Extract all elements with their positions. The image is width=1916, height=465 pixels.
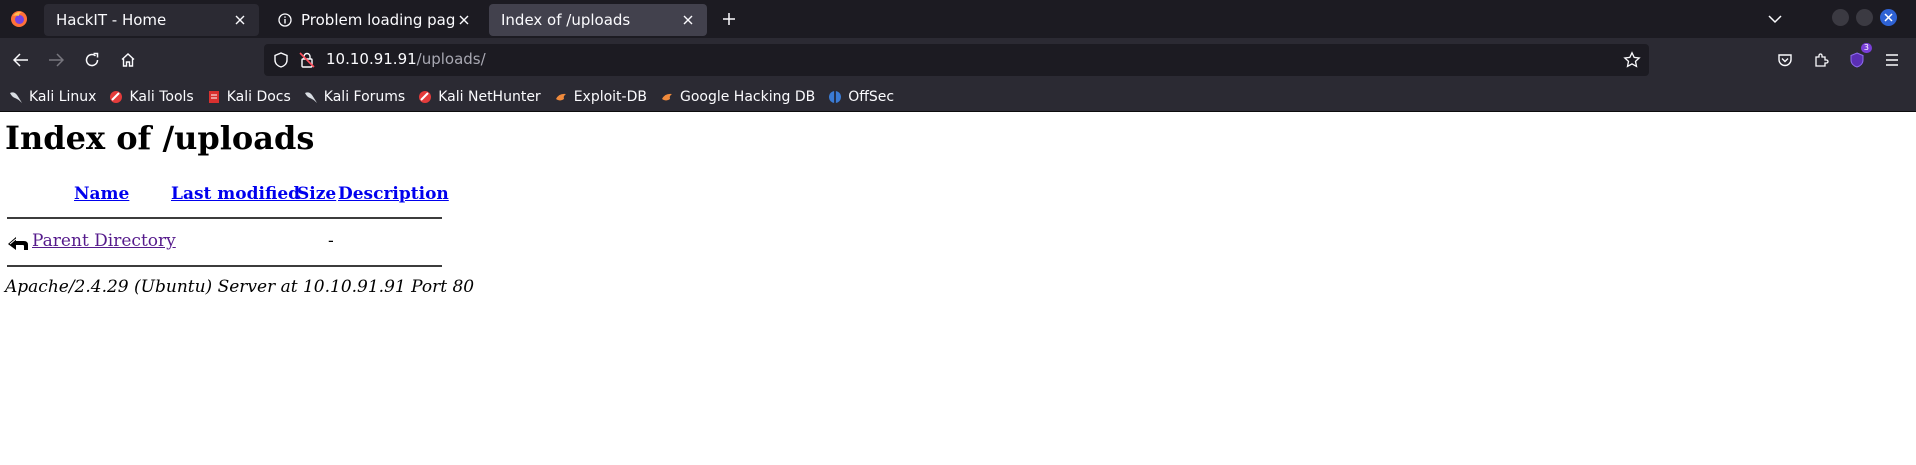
maximize-button[interactable] — [1856, 9, 1873, 26]
tab-title: Problem loading page — [301, 11, 455, 29]
bookmark-exploit-db[interactable]: Exploit-DB — [553, 89, 647, 105]
bookmark-kali-docs[interactable]: Kali Docs — [206, 89, 291, 105]
close-icon[interactable] — [455, 11, 473, 29]
bookmark-label: Kali Tools — [129, 88, 194, 105]
back-arrow-icon — [7, 233, 29, 253]
info-icon — [277, 12, 293, 28]
size-cell: - — [328, 231, 334, 251]
kali-tools-icon — [417, 89, 433, 105]
tab-title: HackIT - Home — [56, 11, 167, 29]
bookmark-label: Google Hacking DB — [679, 88, 816, 105]
bookmark-label: Kali Forums — [323, 88, 406, 105]
pocket-icon[interactable] — [1771, 46, 1799, 74]
bookmark-offsec[interactable]: OffSec — [827, 89, 894, 105]
url-bar[interactable]: 10.10.91.91/uploads/ — [264, 44, 1649, 76]
bookmark-kali-tools[interactable]: Kali Tools — [108, 88, 194, 105]
url-host: 10.10.91.91 — [326, 50, 417, 68]
bookmark-label: Kali Docs — [226, 88, 291, 105]
bookmark-kali-nethunter[interactable]: Kali NetHunter — [417, 88, 541, 105]
close-icon[interactable] — [679, 11, 697, 29]
tab-title: Index of /uploads — [501, 11, 631, 29]
exploit-db-icon — [553, 89, 569, 105]
divider — [7, 265, 442, 267]
kali-dragon-icon — [8, 89, 24, 105]
tab-hackit-home[interactable]: HackIT - Home — [44, 4, 259, 36]
window-controls — [1832, 9, 1897, 26]
server-signature: Apache/2.4.29 (Ubuntu) Server at 10.10.9… — [5, 277, 475, 297]
kali-dragon-icon — [303, 89, 319, 105]
bookmarks-toolbar: Kali Linux Kali Tools Kali Docs Kali For… — [0, 82, 1916, 112]
back-button[interactable] — [7, 46, 35, 74]
nav-toolbar: 10.10.91.91/uploads/ 3 — [0, 38, 1916, 82]
extension-shield-icon[interactable]: 3 — [1843, 43, 1872, 74]
offsec-icon — [827, 89, 843, 105]
url-path: /uploads/ — [416, 50, 486, 68]
close-icon[interactable] — [231, 11, 249, 29]
new-tab-button[interactable] — [713, 3, 745, 35]
bookmark-google-hacking-db[interactable]: Google Hacking DB — [659, 89, 815, 105]
minimize-button[interactable] — [1832, 9, 1849, 26]
kali-docs-icon — [206, 89, 222, 105]
extensions-puzzle-icon[interactable] — [1807, 46, 1835, 74]
bookmark-label: Exploit-DB — [573, 88, 647, 105]
bookmark-kali-linux[interactable]: Kali Linux — [8, 89, 96, 105]
tab-problem-loading[interactable]: Problem loading page — [265, 4, 483, 36]
window-close-button[interactable] — [1880, 9, 1897, 26]
kali-tools-icon — [108, 89, 124, 105]
home-button[interactable] — [114, 46, 142, 74]
sort-by-description-link[interactable]: Description — [338, 184, 449, 204]
parent-directory-link[interactable]: Parent Directory — [32, 231, 176, 251]
tab-strip: HackIT - Home Problem loading page Index… — [0, 0, 1916, 38]
bookmark-label: OffSec — [848, 88, 895, 105]
divider — [7, 217, 442, 219]
bookmark-label: Kali Linux — [29, 88, 97, 105]
exploit-db-icon — [659, 89, 675, 105]
menu-hamburger-icon[interactable] — [1878, 46, 1906, 74]
page-content: Index of /uploads Name Last modified Siz… — [0, 113, 1916, 465]
forward-button[interactable] — [42, 46, 70, 74]
shield-icon[interactable] — [272, 51, 290, 69]
page-title: Index of /uploads — [5, 119, 315, 157]
sort-by-last-modified-link[interactable]: Last modified — [171, 184, 300, 204]
bookmark-star-icon[interactable] — [1623, 51, 1641, 69]
sort-by-name-link[interactable]: Name — [74, 184, 129, 204]
bookmark-label: Kali NetHunter — [438, 88, 541, 105]
sort-by-size-link[interactable]: Size — [297, 184, 336, 204]
chevron-down-icon[interactable] — [1762, 6, 1788, 32]
extension-badge: 3 — [1860, 43, 1872, 53]
insecure-lock-icon[interactable] — [298, 51, 316, 69]
tab-index-uploads[interactable]: Index of /uploads — [489, 4, 707, 36]
url-text[interactable]: 10.10.91.91/uploads/ — [326, 50, 486, 68]
reload-button[interactable] — [78, 46, 106, 74]
bookmark-kali-forums[interactable]: Kali Forums — [303, 89, 405, 105]
firefox-logo-icon[interactable] — [0, 0, 38, 38]
